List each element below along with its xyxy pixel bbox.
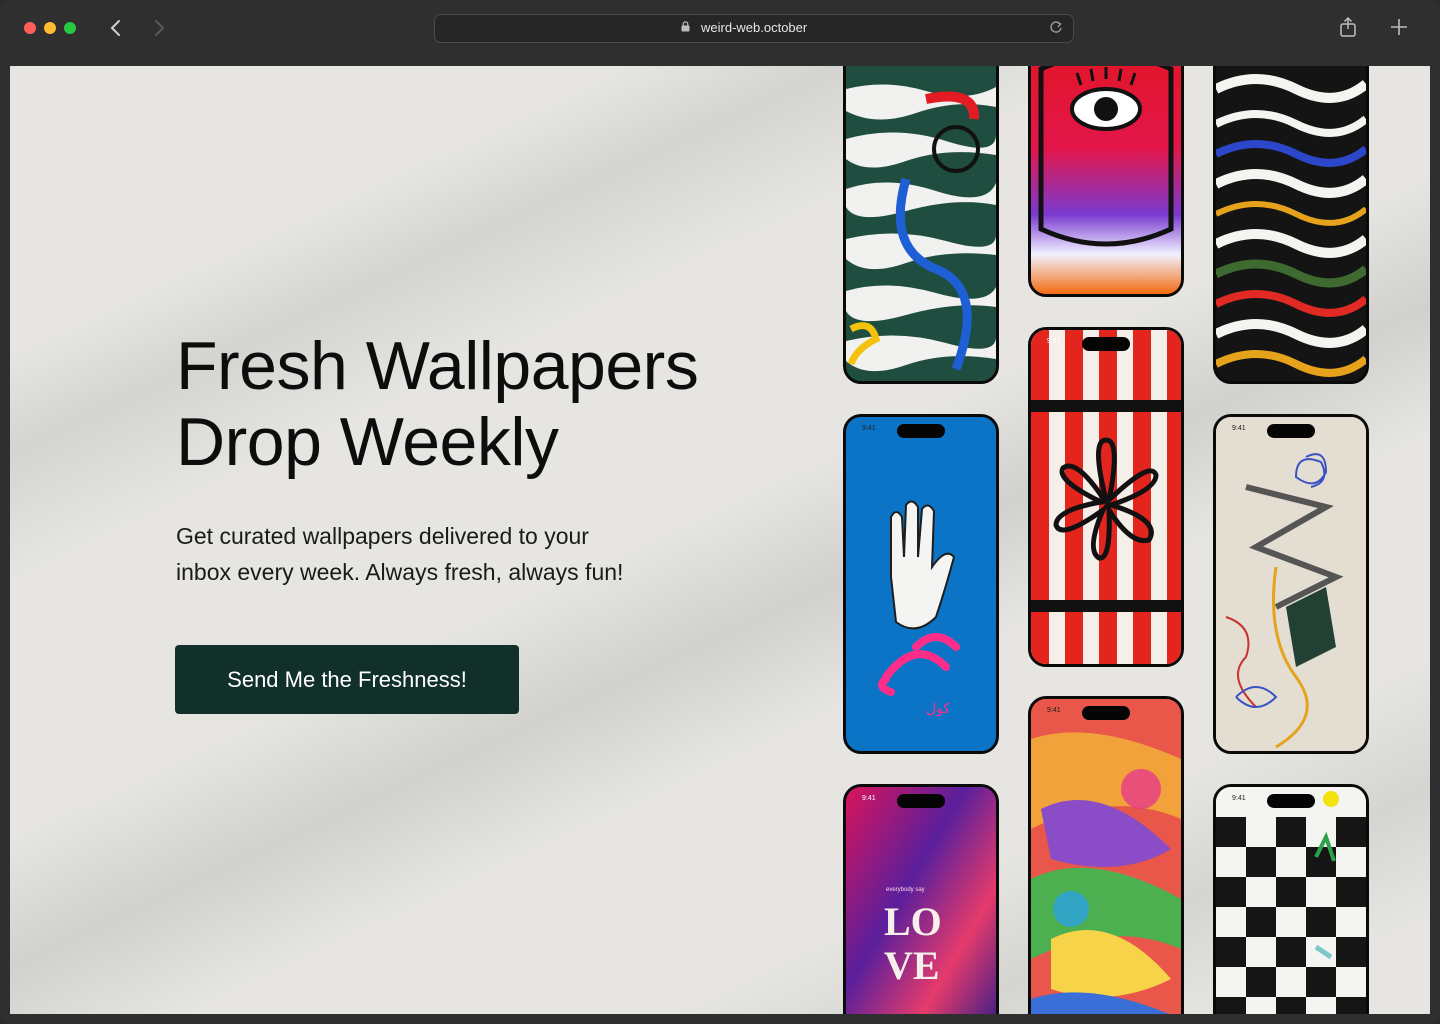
chevron-left-icon — [110, 20, 120, 36]
wallpaper-checkerboard[interactable]: 9:41 — [1213, 784, 1369, 1014]
wallpaper-blue-hand[interactable]: 9:41 كول — [843, 414, 999, 754]
love-word-top: LO — [884, 899, 942, 944]
dynamic-island — [897, 424, 945, 438]
status-time: 9:41 — [1047, 707, 1061, 714]
abstract-color-art — [1031, 699, 1181, 1014]
checkerboard-art — [1216, 787, 1366, 1014]
hero-subtext: Get curated wallpapers delivered to your… — [176, 518, 696, 590]
wallpaper-abstract-colors[interactable]: 9:41 — [1028, 696, 1184, 1014]
reload-icon[interactable] — [1049, 19, 1063, 35]
dynamic-island — [1082, 337, 1130, 351]
page-viewport: Fresh Wallpapers Drop Weekly Get curated… — [10, 66, 1430, 1014]
love-word-bottom: VE — [884, 943, 940, 988]
wavy-stripes-art — [1216, 66, 1366, 381]
subtext-line-1: Get curated wallpapers delivered to your — [176, 523, 589, 549]
dynamic-island — [1082, 706, 1130, 720]
love-art: everybody say LO VE — [846, 787, 996, 1014]
status-time: 9:41 — [1047, 338, 1061, 345]
dynamic-island — [897, 794, 945, 808]
hero-headline: Fresh Wallpapers Drop Weekly — [176, 328, 796, 480]
back-button[interactable] — [102, 14, 130, 42]
url-text: weird-web.october — [701, 20, 808, 35]
new-tab-button[interactable] — [1389, 16, 1409, 44]
flower-stripes-art — [1031, 330, 1181, 664]
wallpaper-eye[interactable] — [1028, 66, 1184, 297]
dynamic-island — [1267, 794, 1315, 808]
wallpaper-love[interactable]: 9:41 everybody say LO VE — [843, 784, 999, 1014]
browser-window: weird-web.october Fresh Wallpapers Drop … — [0, 0, 1440, 1024]
wallpaper-wavy-stripes[interactable] — [1213, 66, 1369, 384]
share-button[interactable] — [1338, 16, 1358, 44]
address-bar[interactable]: weird-web.october — [434, 14, 1074, 43]
wallpaper-scribbles[interactable]: 9:41 — [1213, 414, 1369, 754]
status-time: 9:41 — [1232, 425, 1246, 432]
status-time: 9:41 — [1232, 795, 1246, 802]
close-window-button[interactable] — [24, 22, 36, 34]
minimize-window-button[interactable] — [44, 22, 56, 34]
eye-art — [1031, 66, 1181, 294]
maximize-window-button[interactable] — [64, 22, 76, 34]
headline-line-1: Fresh Wallpapers — [176, 328, 699, 404]
browser-toolbar: weird-web.october — [0, 0, 1440, 66]
headline-line-2: Drop Weekly — [176, 404, 559, 480]
chevron-right-icon — [155, 20, 165, 36]
wallpaper-red-stripes-flower[interactable]: 9:41 — [1028, 327, 1184, 667]
subscribe-button[interactable]: Send Me the Freshness! — [175, 645, 519, 714]
wallpaper-zebra-green[interactable] — [843, 66, 999, 384]
share-icon — [1340, 16, 1356, 37]
love-caption: everybody say — [886, 887, 925, 893]
dynamic-island — [1267, 424, 1315, 438]
status-time: 9:41 — [862, 795, 876, 802]
plus-icon — [1391, 19, 1407, 35]
lock-icon — [681, 21, 690, 32]
zebra-pattern-art — [846, 66, 996, 381]
hand-art: كول — [846, 417, 996, 751]
forward-button[interactable] — [145, 14, 173, 42]
arabic-caption: كول — [926, 701, 950, 717]
scribble-art — [1216, 417, 1366, 751]
status-time: 9:41 — [862, 425, 876, 432]
subtext-line-2: inbox every week. Always fresh, always f… — [176, 559, 624, 585]
